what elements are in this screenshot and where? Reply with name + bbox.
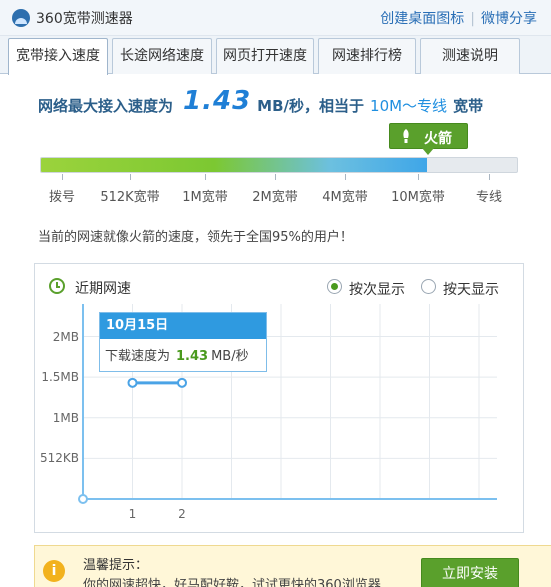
speed-level-tick <box>275 174 276 180</box>
info-icon: i <box>43 560 65 582</box>
link-separator: | <box>470 11 475 27</box>
chart-x-tick-label: 1 <box>128 507 137 521</box>
create-desktop-icon-link[interactable]: 创建桌面图标 <box>380 11 464 27</box>
speed-level-label: 专线 <box>475 190 503 205</box>
speed-level-bar-fill <box>41 158 427 172</box>
weibo-share-link[interactable]: 微博分享 <box>481 11 537 27</box>
tab-access-speed[interactable]: 宽带接入速度 <box>8 38 108 75</box>
tip-text: 你的网速超快，好马配好鞍，试试更快的360浏览器 <box>83 578 381 587</box>
tooltip-unit: MB/秒 <box>211 349 249 364</box>
speed-level-tick <box>345 174 346 180</box>
title-links: 创建桌面图标 | 微博分享 <box>380 8 537 28</box>
comparison-text: 当前的网速就像火箭的速度，领先于全国95%的用户！ <box>38 230 353 245</box>
title-bar: 360宽带测速器 创建桌面图标 | 微博分享 <box>0 0 551 36</box>
recent-speed-panel: 近期网速 按次显示 按天显示 2MB 1.5MB 1MB 512KB 1 2 10月15日… <box>34 263 524 533</box>
tooltip-label: 下载速度为 <box>105 349 171 364</box>
speed-level-tick <box>205 174 206 180</box>
rocket-badge: 火箭 <box>389 123 468 155</box>
app-title: 360宽带测速器 <box>36 11 133 27</box>
result-prefix: 网络最大接入速度为 <box>38 97 174 115</box>
speed-level-bar <box>40 157 518 173</box>
speed-tooltip: 10月15日 下载速度为 1.43 MB/秒 <box>99 312 267 372</box>
tooltip-date: 10月15日 <box>100 313 266 339</box>
chart-y-tick-label: 1MB <box>52 410 79 425</box>
speed-level-label: 拨号 <box>48 190 76 205</box>
chart-y-tick-label: 1.5MB <box>41 370 79 385</box>
tab-bar: 宽带接入速度 长途网络速度 网页打开速度 网速排行榜 测速说明 <box>0 36 551 75</box>
tip-title: 温馨提示： <box>83 558 149 573</box>
speed-level-label: 2M宽带 <box>252 190 298 205</box>
tab-speed-ranking[interactable]: 网速排行榜 <box>318 38 416 74</box>
tip-bar: i 温馨提示： 你的网速超快，好马配好鞍，试试更快的360浏览器 立即安装 <box>34 545 551 587</box>
speed-level-label: 4M宽带 <box>322 190 368 205</box>
speed-level-ticks <box>40 174 518 182</box>
speed-level-label: 512K宽带 <box>100 190 160 205</box>
speed-level-label: 1M宽带 <box>182 190 228 205</box>
speed-level-tick <box>489 174 490 180</box>
speed-unit: MB/秒 <box>257 97 305 115</box>
chart-data-point <box>127 377 138 388</box>
chart-origin <box>78 494 88 504</box>
chart-data-point <box>177 377 187 388</box>
tab-long-distance-speed[interactable]: 长途网络速度 <box>112 38 212 74</box>
chart-y-tick-label: 2MB <box>52 329 79 344</box>
speed-level-tick <box>418 174 419 180</box>
speed-level-tick <box>130 174 131 180</box>
speed-result: 网络最大接入速度为 1.43 MB/秒，相当于 10M～专线 宽带 <box>38 86 551 118</box>
speed-level-label: 10M宽带 <box>391 190 445 205</box>
speed-value: 1.43 <box>183 86 252 116</box>
result-suffix: 宽带 <box>453 97 484 115</box>
chart-x-tick-label: 2 <box>178 507 186 521</box>
result-middle: ，相当于 <box>304 97 365 115</box>
rocket-icon <box>403 129 409 143</box>
speed-level: 10M～专线 <box>370 97 448 115</box>
tab-page-open-speed[interactable]: 网页打开速度 <box>216 38 314 74</box>
speed-level-tick <box>62 174 63 180</box>
app-logo-icon <box>12 9 30 27</box>
install-button[interactable]: 立即安装 <box>421 558 519 587</box>
tab-speed-help[interactable]: 测速说明 <box>420 38 520 74</box>
rocket-label: 火箭 <box>424 131 452 147</box>
recent-speed-chart <box>78 304 497 504</box>
chart-y-tick-label: 512KB <box>39 451 79 466</box>
tooltip-value: 1.43 <box>176 349 209 364</box>
tooltip-body: 下载速度为 1.43 MB/秒 <box>100 339 266 364</box>
